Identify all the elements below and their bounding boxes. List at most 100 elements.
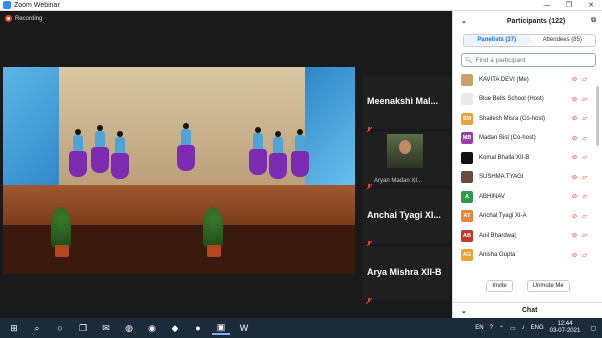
video-off-icon: ▱ <box>582 154 587 161</box>
participant-row[interactable]: Komal Bhalla XII-B ⊘ ▱ <box>453 148 602 168</box>
mic-muted-icon: ⊘ <box>571 115 578 122</box>
dancer <box>269 131 287 179</box>
avatar <box>461 171 473 184</box>
search-input[interactable]: 🔍︎ Find a participant <box>461 53 596 67</box>
close-button[interactable]: ✕ <box>580 0 602 11</box>
main-video-area: Recording Meenakshi Mal... Aryan Madan X… <box>0 11 452 318</box>
scrollbar[interactable] <box>596 86 599 146</box>
dancer <box>177 123 195 171</box>
notification-icon[interactable]: ▢ <box>590 325 596 332</box>
chrome-icon[interactable]: ◉ <box>143 321 161 335</box>
language-indicator[interactable]: EN <box>475 325 483 331</box>
clock[interactable]: 12:44 03-07-2021 <box>550 321 581 335</box>
maximize-button[interactable]: ❐ <box>558 0 580 11</box>
participant-video <box>387 134 423 168</box>
participant-name: Anchal Tyagi XI-A <box>479 213 527 220</box>
panel-footer: Invite Unmute Me <box>453 277 602 295</box>
participant-name: Anisha Gupta <box>479 252 516 259</box>
video-tile[interactable]: Anchal Tyagi XI... <box>362 189 450 248</box>
chevron-up-icon[interactable]: ⌃ <box>499 325 504 332</box>
participant-row[interactable]: KAVITA DEVI (Me) ⊘ ▱ <box>453 70 602 90</box>
system-tray: EN ? ⌃ ▭ ♪ ENG 12:44 03-07-2021 ▢ <box>475 318 602 338</box>
stage-backdrop-right <box>305 67 355 197</box>
tab-attendees[interactable]: Attendees (85) <box>530 35 596 46</box>
unmute-me-button[interactable]: Unmute Me <box>526 280 570 292</box>
avatar: AG <box>461 249 473 262</box>
search-icon[interactable]: ⌕ <box>28 321 46 335</box>
search-placeholder: Find a participant <box>475 56 526 64</box>
tile-name: Arya Mishra XII-B <box>367 267 442 277</box>
avatar <box>461 151 473 164</box>
tab-panelists[interactable]: Panelists (37) <box>464 35 530 46</box>
participant-name: Anil Bhardwaj <box>479 232 516 239</box>
participant-row[interactable]: A ABHINAV ⊘ ▱ <box>453 187 602 207</box>
dancer <box>249 127 267 175</box>
mic-muted-icon: ⊘ <box>571 212 578 220</box>
help-icon[interactable]: ? <box>490 325 493 331</box>
task-view-icon[interactable]: ❐ <box>74 321 92 335</box>
gallery-strip: Meenakshi Mal... Aryan Madan XI... Ancha… <box>362 75 450 305</box>
participant-name: KAVITA DEVI (Me) <box>479 76 529 83</box>
participant-name: Shailesh Misra (Co-host) <box>479 115 546 122</box>
firefox-icon[interactable]: ● <box>189 321 207 335</box>
chat-label: Chat <box>521 307 538 314</box>
network-icon[interactable]: ▭ <box>510 325 516 332</box>
participant-name: Komal Bhalla XII-B <box>479 154 530 161</box>
plant <box>203 207 223 247</box>
tile-name: Aryan Madan XI... <box>374 178 423 184</box>
popout-icon[interactable]: ⧉ <box>591 17 596 25</box>
panel-tabs: Panelists (37) Attendees (85) <box>463 34 596 47</box>
video-off-icon: ▱ <box>582 173 587 181</box>
participant-row[interactable]: Blue Bells School (Host) ⊘ ▱ <box>453 90 602 110</box>
participant-name: Blue Bells School (Host) <box>479 96 544 103</box>
participant-list: KAVITA DEVI (Me) ⊘ ▱ Blue Bells School (Hos… <box>453 70 602 292</box>
minimize-button[interactable]: — <box>536 0 558 11</box>
dancer <box>69 129 87 177</box>
zoom-taskbar-icon[interactable]: ▣ <box>212 321 230 335</box>
participant-row[interactable]: AB Anil Bhardwaj ⊘ ▱ <box>453 226 602 246</box>
recording-label: Recording <box>15 15 43 22</box>
chevron-down-icon[interactable]: ⌄ <box>461 307 467 315</box>
video-off-icon: ▱ <box>582 212 587 220</box>
mic-muted-icon: ⊘ <box>571 154 578 161</box>
chevron-down-icon[interactable]: ⌄ <box>461 17 467 25</box>
invite-button[interactable]: Invite <box>486 280 513 292</box>
mic-muted-icon <box>365 120 373 134</box>
dancer <box>111 131 129 179</box>
video-tile[interactable]: Meenakshi Mal... <box>362 75 450 134</box>
dancer <box>291 129 309 177</box>
dancer <box>91 125 109 173</box>
zoom-window: Zoom Webinar — ❐ ✕ Recording Meenakshi M… <box>0 0 602 338</box>
search-icon: 🔍︎ <box>465 57 473 64</box>
volume-icon[interactable]: ♪ <box>522 325 525 331</box>
video-tile[interactable]: Aryan Madan XI... <box>362 132 450 191</box>
video-tile[interactable]: Arya Mishra XII-B <box>362 246 450 305</box>
dropbox-icon[interactable]: ◆ <box>166 321 184 335</box>
participant-row[interactable]: SM Shailesh Misra (Co-host) ⊘ ▱ <box>453 109 602 129</box>
participant-row[interactable]: SUSHMA TYAGI ⊘ ▱ <box>453 168 602 188</box>
avatar: AB <box>461 229 473 242</box>
avatar: A <box>461 190 473 203</box>
video-off-icon: ▱ <box>582 95 587 103</box>
chat-section[interactable]: ⌄ Chat <box>453 302 602 318</box>
word-icon[interactable]: W <box>235 321 253 335</box>
participant-name: SUSHMA TYAGI <box>479 174 524 181</box>
tile-name: Anchal Tyagi XI... <box>367 210 441 220</box>
tile-name: Meenakshi Mal... <box>367 96 439 106</box>
shared-video-stage <box>3 67 355 274</box>
taskbar: ⊞ ⌕ ○ ❐ ✉ ◍ ◉ ◆ ● ▣ W EN ? ⌃ ▭ ♪ ENG 12:… <box>0 318 602 338</box>
participant-row[interactable]: AT Anchal Tyagi XI-A ⊘ ▱ <box>453 207 602 227</box>
edge-icon[interactable]: ◍ <box>120 321 138 335</box>
window-title: Zoom Webinar <box>14 1 60 9</box>
mic-muted-icon: ⊘ <box>571 232 578 239</box>
mail-icon[interactable]: ✉ <box>97 321 115 335</box>
participant-row[interactable]: MB Madan Bist (Co-host) ⊘ ▱ <box>453 129 602 149</box>
zoom-app-icon <box>3 1 11 9</box>
participants-panel: ⌄ Participants (122) ⧉ Panelists (37) At… <box>452 11 602 318</box>
mic-muted-icon: ⊘ <box>571 76 578 83</box>
windows-start-icon[interactable]: ⊞ <box>5 321 23 335</box>
participant-row[interactable]: AG Anisha Gupta ⊘ ▱ <box>453 246 602 266</box>
title-bar: Zoom Webinar — ❐ ✕ <box>0 0 602 11</box>
input-language[interactable]: ENG <box>531 325 544 331</box>
cortana-icon[interactable]: ○ <box>51 321 69 335</box>
